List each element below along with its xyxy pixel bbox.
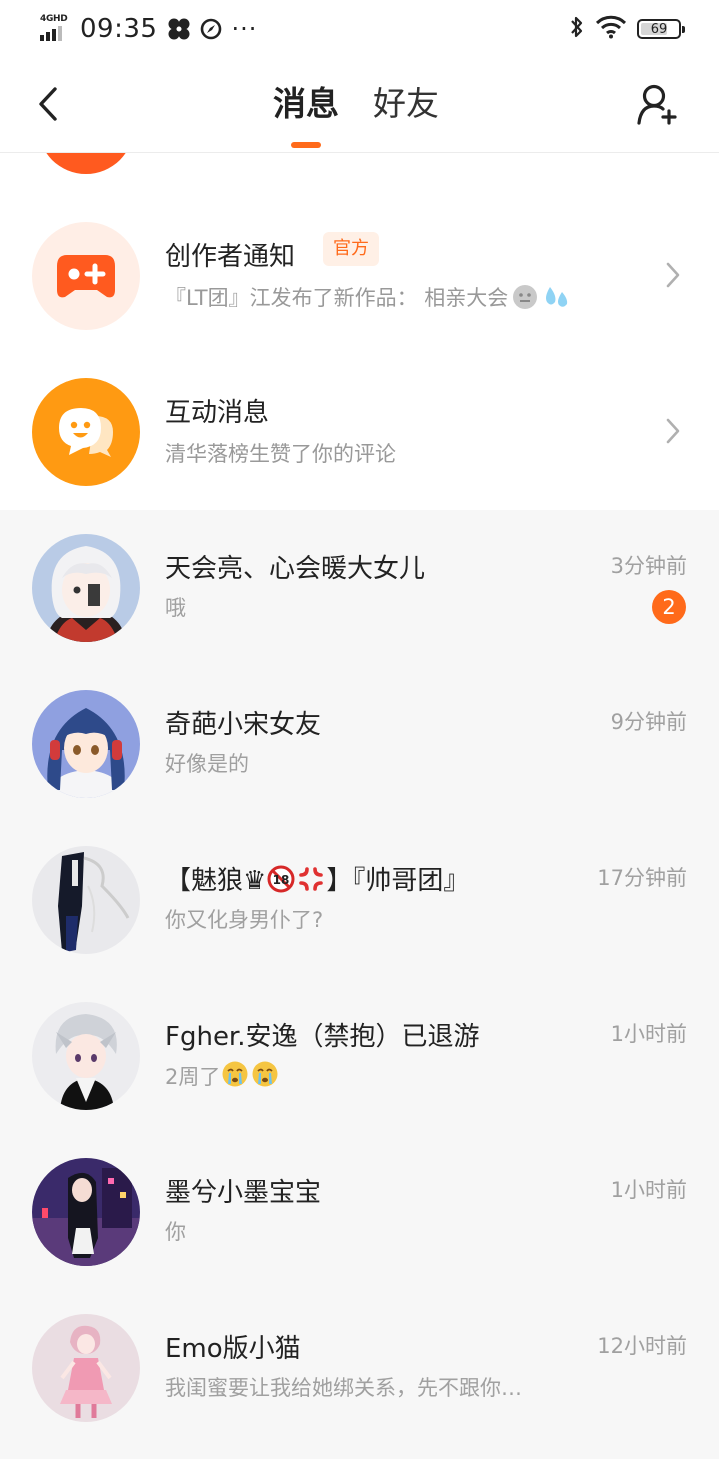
conversation-preview: 哦	[165, 596, 186, 620]
battery-level: 69	[650, 21, 668, 37]
conversation-name: Fgher.安逸（禁抱）已退游	[165, 1022, 480, 1052]
svg-text:18: 18	[273, 873, 290, 887]
conversation-name: 奇葩小宋女友	[165, 710, 322, 740]
conversation-row[interactable]: 天会亮、心会暖大女儿 哦 3分钟前 2	[0, 510, 719, 666]
compass-icon	[200, 18, 222, 40]
conversation-name-part: 】『帅哥团』	[326, 866, 470, 896]
tab-messages-label: 消息	[273, 84, 339, 123]
avatar	[32, 1314, 140, 1422]
conversation-list: 天会亮、心会暖大女儿 哦 3分钟前 2 奇葩小宋女友 好像是的 9分钟前 【魅狼…	[0, 510, 719, 1459]
more-notifications: ···	[231, 15, 258, 43]
cellular-signal-icon: 4GHD	[40, 14, 72, 44]
unread-count-badge: 2	[652, 590, 686, 624]
neutral-face-emoji-icon	[512, 284, 538, 315]
interaction-messages-avatar	[32, 378, 140, 486]
conversation-name: 天会亮、心会暖大女儿	[165, 554, 426, 584]
conversation-name: 【魅狼♛ 18 】『帅哥团』	[165, 860, 469, 900]
crying-face-emoji-icon	[251, 1060, 279, 1093]
conversation-time: 9分钟前	[610, 710, 687, 734]
creator-notice-preview: 『LT团』江发布了新作品： 相亲大会	[165, 282, 570, 315]
avatar	[32, 1002, 140, 1110]
conversation-name-part: 【魅狼♛	[165, 866, 267, 896]
chat-bubble-icon	[59, 408, 113, 457]
conversation-row[interactable]: 奇葩小宋女友 好像是的 9分钟前	[0, 666, 719, 822]
chevron-right-icon	[666, 262, 680, 288]
wifi-icon	[595, 15, 627, 43]
conversation-time: 3分钟前	[610, 554, 687, 578]
creator-notice-avatar	[32, 222, 140, 330]
conversation-time: 17分钟前	[597, 866, 687, 890]
avatar	[32, 846, 140, 954]
conversation-preview: 你又化身男仆了?	[165, 908, 324, 932]
tab-messages[interactable]: 消息	[270, 80, 342, 148]
conversation-row[interactable]: Fgher.安逸（禁抱）已退游 2周了 1小时前	[0, 978, 719, 1134]
crying-face-emoji-icon	[221, 1060, 249, 1093]
conversation-time: 1小时前	[610, 1178, 687, 1202]
conversation-name: 墨兮小墨宝宝	[165, 1178, 322, 1208]
conversation-name: Emo版小猫	[165, 1334, 301, 1364]
tab-friends[interactable]: 好友	[370, 80, 442, 128]
anger-symbol-emoji-icon	[297, 865, 325, 900]
avatar	[32, 690, 140, 798]
sweat-droplets-emoji-icon	[542, 284, 570, 315]
network-type: 4GHD	[40, 14, 68, 24]
official-badge: 官方	[323, 232, 379, 266]
interaction-messages-preview: 清华落榜生赞了你的评论	[165, 442, 396, 466]
add-friend-button[interactable]	[633, 80, 681, 128]
conversation-row[interactable]: 【魅狼♛ 18 】『帅哥团』 你又化身男仆了? 17分钟前	[0, 822, 719, 978]
conversation-preview: 好像是的	[165, 752, 249, 776]
conversation-preview-text: 2周了	[165, 1065, 221, 1089]
conversation-time: 1小时前	[610, 1022, 687, 1046]
chevron-right-icon	[666, 418, 680, 444]
interaction-messages-row[interactable]: 互动消息 清华落榜生赞了你的评论	[0, 354, 719, 510]
chevron-left-icon	[39, 87, 57, 121]
conversation-time: 12小时前	[597, 1334, 687, 1358]
tab-bar: 消息 好友	[270, 80, 442, 148]
add-user-icon	[637, 84, 677, 125]
fan-icon	[167, 17, 191, 41]
bluetooth-icon	[569, 14, 585, 44]
interaction-messages-title: 互动消息	[165, 398, 270, 428]
creator-notice-preview-text: 『LT团』江发布了新作品： 相亲大会	[165, 286, 509, 310]
status-bar: 4GHD 09:35 ··· 69	[0, 0, 719, 58]
conversation-row[interactable]: Emo版小猫 我闺蜜要让我给她绑关系，先不跟你… 12小时前	[0, 1290, 719, 1446]
battery-icon: 69	[637, 19, 685, 39]
conversation-preview: 我闺蜜要让我给她绑关系，先不跟你…	[165, 1376, 522, 1400]
tab-friends-label: 好友	[373, 84, 439, 123]
conversation-preview: 你	[165, 1220, 186, 1244]
no-under-18-emoji-icon: 18	[267, 865, 295, 900]
creator-notice-title: 创作者通知	[165, 242, 296, 272]
conversation-row[interactable]: 墨兮小墨宝宝 你 1小时前	[0, 1134, 719, 1290]
status-time: 09:35	[80, 14, 158, 44]
avatar	[32, 534, 140, 642]
gamepad-icon	[57, 255, 115, 298]
avatar	[32, 1158, 140, 1266]
conversation-preview: 2周了	[165, 1060, 280, 1093]
top-nav-bar: 消息 好友	[0, 58, 719, 153]
creator-notice-row[interactable]: 创作者通知 官方 『LT团』江发布了新作品： 相亲大会	[0, 198, 719, 354]
back-button[interactable]	[28, 80, 68, 128]
active-tab-indicator	[291, 142, 321, 148]
